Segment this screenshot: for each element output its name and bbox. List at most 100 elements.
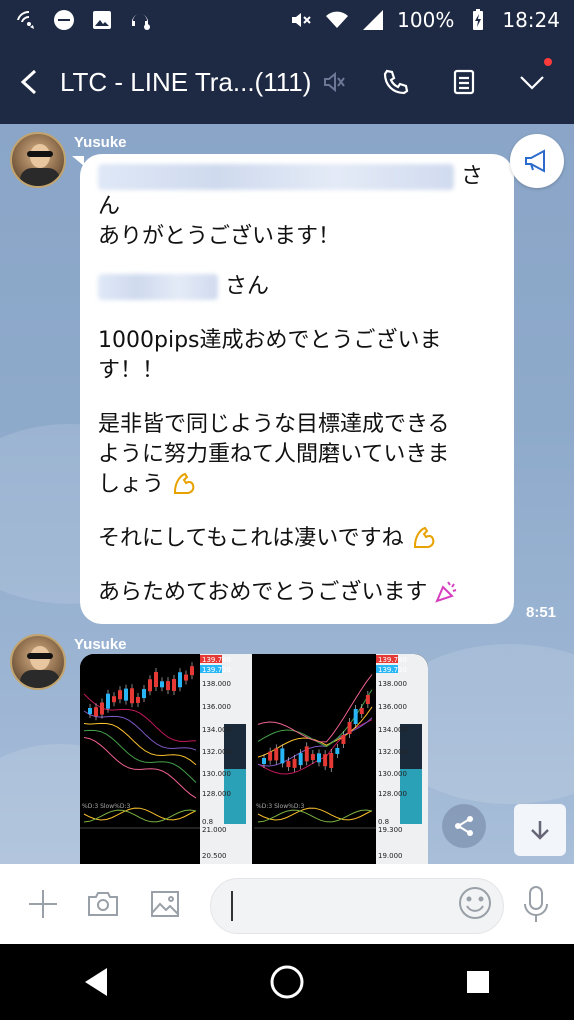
text-line: さん [225, 274, 270, 299]
mute-icon [289, 8, 313, 32]
candle [323, 754, 328, 767]
notes-icon [453, 69, 475, 95]
back-icon [20, 69, 37, 95]
sender-avatar[interactable] [10, 634, 66, 690]
announcement-button[interactable] [510, 134, 564, 188]
chart-screenshot: 139.740 139.730 138.000 136.000 134.000 132.0… [80, 654, 428, 864]
message-bubble[interactable]: さ ん ありがとうございます！ さん 1000pips達成おめでとうございま す… [80, 154, 514, 624]
candle [292, 758, 297, 768]
text-line: 是非皆で同じような目標達成できる [98, 412, 450, 437]
gallery-button[interactable] [136, 875, 194, 933]
price-label: 139.730 [202, 666, 231, 674]
candle [304, 746, 309, 762]
circle-home-icon [270, 965, 304, 999]
chat-title[interactable]: LTC - LINE Tra...(111) [60, 67, 311, 98]
indicator-label: %D:3 Slow%D:3 [82, 803, 130, 810]
text-line: それにしてもこれは凄いですね [98, 526, 404, 551]
text-line: さ [461, 164, 484, 189]
candle [112, 696, 116, 703]
candle [359, 708, 364, 714]
text-line: ありがとうございます！ [98, 224, 341, 249]
text-line: す！！ [98, 358, 165, 383]
plus-icon [29, 890, 57, 918]
indicator-label: %D:3 Slow%D:3 [256, 803, 304, 810]
candle [94, 707, 98, 717]
chart-image-message[interactable]: 139.740 139.730 138.000 136.000 134.000 132.0… [80, 654, 428, 864]
call-button[interactable] [372, 58, 420, 106]
notes-button[interactable] [440, 58, 488, 106]
price-label: 132.000 [378, 748, 407, 756]
text-line-wrap: しょう [98, 470, 496, 500]
candle [136, 696, 140, 703]
clock: 18:24 [502, 8, 560, 32]
add-button[interactable] [14, 875, 72, 933]
price-label: 130.000 [378, 770, 407, 778]
candle [317, 753, 321, 763]
system-navigation-bar [0, 944, 574, 1020]
candle [154, 672, 158, 688]
candle [329, 752, 334, 768]
sender-name: Yusuke [74, 636, 127, 653]
sender-name: Yusuke [74, 134, 127, 151]
emoji-button[interactable] [456, 884, 496, 924]
candle [148, 679, 152, 692]
share-icon [455, 816, 473, 836]
price-label: 139.740 [202, 656, 231, 664]
candle [335, 748, 340, 754]
voice-message-button[interactable] [516, 880, 556, 928]
back-button[interactable] [0, 40, 60, 124]
message-time: 8:51 [526, 604, 557, 621]
text-line-wrap: あらためておめでとうございます [98, 578, 496, 608]
price-label: 0.8 [202, 818, 213, 826]
flexed-biceps-icon [174, 472, 195, 494]
candle [178, 672, 182, 688]
candle [268, 751, 273, 761]
chat-header: LTC - LINE Tra...(111) [0, 40, 574, 124]
price-label: 139.730 [378, 666, 407, 674]
image-icon [90, 8, 114, 32]
flexed-biceps-icon [413, 526, 434, 548]
camera-button[interactable] [74, 875, 132, 933]
arrow-down-icon [531, 821, 549, 840]
candle [160, 681, 164, 688]
text-caret [231, 891, 233, 921]
candle [341, 735, 346, 744]
price-label: 19.000 [378, 852, 403, 860]
nav-home-button[interactable] [257, 952, 317, 1012]
message-text-input[interactable] [237, 887, 457, 927]
text-line: 1000pips達成おめでとうございま [98, 328, 442, 353]
text-line-wrap: それにしてもこれは凄いですね [98, 524, 496, 554]
price-label: 138.000 [378, 680, 407, 688]
candle [118, 690, 122, 700]
share-button[interactable] [442, 804, 486, 848]
price-label: 138.000 [202, 680, 231, 688]
battery-level: 100% [397, 8, 455, 32]
scroll-to-bottom-button[interactable] [514, 804, 566, 856]
nav-recents-button[interactable] [448, 952, 508, 1012]
candle [190, 666, 194, 676]
price-label: 132.000 [202, 748, 231, 756]
text-line: しょう [98, 472, 165, 497]
price-label: 134.000 [378, 726, 407, 734]
wifi-icon [325, 8, 349, 32]
candle [310, 754, 315, 761]
triangle-back-icon [84, 968, 107, 996]
price-label: 130.000 [202, 770, 231, 778]
price-label: 20.500 [202, 852, 227, 860]
candle [166, 681, 170, 691]
sender-avatar[interactable] [10, 132, 66, 188]
image-icon [151, 891, 179, 917]
price-label: 0.8 [378, 818, 389, 826]
square-recents-icon [467, 971, 490, 993]
candle [88, 708, 92, 714]
candle [100, 702, 104, 715]
battery-charging-icon [466, 8, 490, 32]
candle [184, 674, 188, 681]
camera-icon [88, 892, 118, 916]
price-label: 136.000 [202, 703, 231, 711]
nav-back-button[interactable] [66, 952, 126, 1012]
do-not-disturb-icon [52, 8, 76, 32]
chevron-down-icon [520, 76, 544, 90]
microphone-icon [524, 886, 548, 922]
headset-icon [128, 8, 152, 32]
